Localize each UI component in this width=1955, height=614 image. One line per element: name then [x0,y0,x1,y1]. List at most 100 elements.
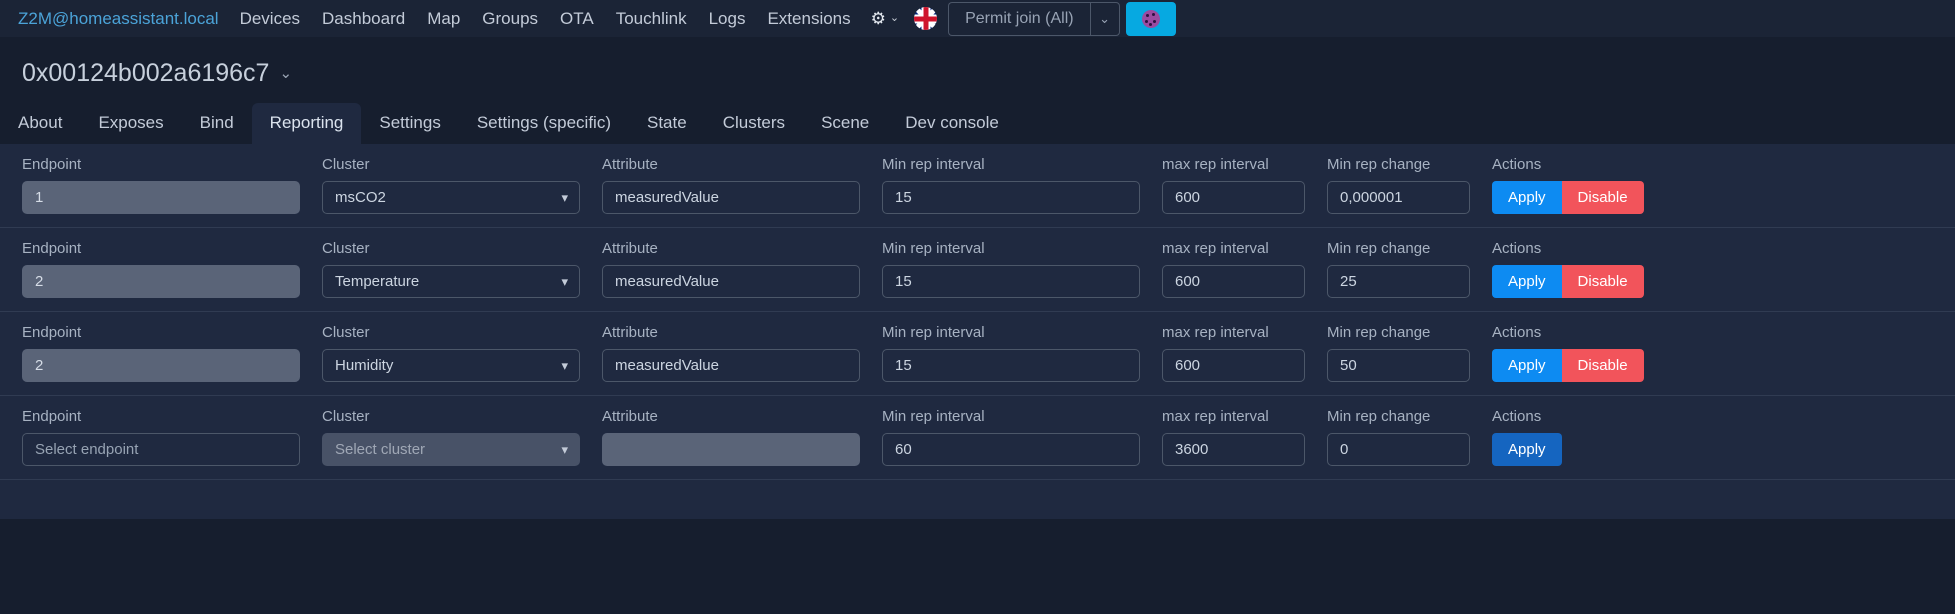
label-actions: Actions [1492,408,1542,425]
cell-max-rep-interval: max rep interval [1162,396,1327,479]
label-cluster: Cluster [322,240,370,257]
card-footer [0,480,1955,515]
min-rep-change-input[interactable] [1327,349,1470,382]
label-cluster: Cluster [322,408,370,425]
page-title: 0x00124b002a6196c7 [22,59,270,87]
cell-max-rep-interval: max rep interval [1162,144,1327,227]
disable-button[interactable]: Disable [1561,349,1644,382]
label-endpoint: Endpoint [22,240,82,257]
label-cluster: Cluster [322,156,370,173]
min-rep-change-input[interactable] [1327,433,1470,466]
settings-menu-button[interactable]: ⚙ ⌄ [862,10,908,27]
disable-button[interactable]: Disable [1561,265,1644,298]
apply-button[interactable]: Apply [1492,433,1562,466]
tab-bind[interactable]: Bind [182,103,252,144]
apply-button[interactable]: Apply [1492,181,1562,214]
label-min-rep-interval: Min rep interval [882,324,985,341]
permit-join-button[interactable]: Permit join (All) [948,1,1090,36]
min-rep-change-input[interactable] [1327,265,1470,298]
cell-cluster: Cluster Select cluster ▾ [322,396,602,479]
cell-actions: Actions Apply Disable [1492,228,1672,311]
min-rep-interval-input[interactable] [882,433,1140,466]
tab-settings[interactable]: Settings [361,103,458,144]
max-rep-interval-input[interactable] [1162,349,1305,382]
uk-flag-icon[interactable] [914,7,938,30]
nav-link-extensions[interactable]: Extensions [756,9,861,29]
max-rep-interval-input[interactable] [1162,181,1305,214]
label-max-rep-interval: max rep interval [1162,240,1269,257]
apply-button[interactable]: Apply [1492,265,1562,298]
cell-attribute: Attribute [602,396,882,479]
nav-link-devices[interactable]: Devices [229,9,311,29]
cell-max-rep-interval: max rep interval [1162,228,1327,311]
cell-min-rep-interval: Min rep interval [882,228,1162,311]
tab-settings-specific[interactable]: Settings (specific) [459,103,629,144]
min-rep-interval-input[interactable] [882,265,1140,298]
label-cluster: Cluster [322,324,370,341]
min-rep-interval-input[interactable] [882,181,1140,214]
max-rep-interval-input[interactable] [1162,265,1305,298]
attribute-input[interactable] [602,433,860,466]
attribute-input[interactable] [602,181,860,214]
permit-join-dropdown-toggle[interactable]: ⌄ [1089,1,1120,36]
cluster-select[interactable]: Humidity [322,349,580,382]
label-max-rep-interval: max rep interval [1162,324,1269,341]
tab-about[interactable]: About [0,103,80,144]
label-max-rep-interval: max rep interval [1162,408,1269,425]
cell-actions: Actions Apply [1492,396,1672,479]
nav-link-groups[interactable]: Groups [471,9,549,29]
cell-cluster: Cluster Humidity ▾ [322,312,602,395]
nav-link-map[interactable]: Map [416,9,471,29]
chevron-down-icon[interactable]: ⌄ [279,66,292,81]
label-actions: Actions [1492,156,1542,173]
min-rep-change-input[interactable] [1327,181,1470,214]
endpoint-input[interactable] [22,433,300,466]
tab-dev-console[interactable]: Dev console [887,103,1017,144]
endpoint-input[interactable] [22,181,300,214]
disable-button[interactable]: Disable [1561,181,1644,214]
label-attribute: Attribute [602,408,658,425]
tab-reporting[interactable]: Reporting [251,102,362,144]
cluster-select[interactable]: Temperature [322,265,580,298]
label-attribute: Attribute [602,156,658,173]
max-rep-interval-input[interactable] [1162,433,1305,466]
endpoint-input[interactable] [22,349,300,382]
cell-endpoint: Endpoint [22,396,322,479]
nav-link-touchlink[interactable]: Touchlink [605,9,698,29]
table-row: Endpoint Cluster Humidity ▾ Attribute Mi… [0,312,1955,396]
label-min-rep-change: Min rep change [1327,408,1431,425]
label-min-rep-change: Min rep change [1327,156,1431,173]
permit-join-group[interactable]: Permit join (All) ⌄ [948,1,1120,36]
zigbee-network-button[interactable] [1125,1,1176,36]
nav-link-dashboard[interactable]: Dashboard [311,9,416,29]
chevron-down-icon: ⌄ [1099,10,1111,26]
tab-scene[interactable]: Scene [803,103,887,144]
cell-actions: Actions Apply Disable [1492,144,1672,227]
label-min-rep-interval: Min rep interval [882,408,985,425]
gear-icon: ⚙ [870,9,886,28]
attribute-input[interactable] [602,265,860,298]
tab-clusters[interactable]: Clusters [705,103,803,144]
tab-state[interactable]: State [629,103,705,144]
nav-link-ota[interactable]: OTA [549,9,605,29]
nav-link-logs[interactable]: Logs [698,9,757,29]
tab-exposes[interactable]: Exposes [80,103,181,144]
cell-endpoint: Endpoint [22,228,322,311]
table-row: Endpoint Cluster Select cluster ▾ Attrib… [0,396,1955,480]
table-row: Endpoint Cluster Temperature ▾ Attribute… [0,228,1955,312]
cell-min-rep-interval: Min rep interval [882,396,1162,479]
nav-brand[interactable]: Z2M@homeassistant.local [8,9,229,29]
label-max-rep-interval: max rep interval [1162,156,1269,173]
zigbee-network-icon [1141,9,1160,28]
endpoint-input[interactable] [22,265,300,298]
label-endpoint: Endpoint [22,156,82,173]
cluster-select[interactable]: Select cluster [322,433,580,466]
min-rep-interval-input[interactable] [882,349,1140,382]
cell-max-rep-interval: max rep interval [1162,312,1327,395]
cluster-select[interactable]: msCO2 [322,181,580,214]
cell-attribute: Attribute [602,312,882,395]
attribute-input[interactable] [602,349,860,382]
label-endpoint: Endpoint [22,408,82,425]
cell-min-rep-change: Min rep change [1327,312,1492,395]
apply-button[interactable]: Apply [1492,349,1562,382]
